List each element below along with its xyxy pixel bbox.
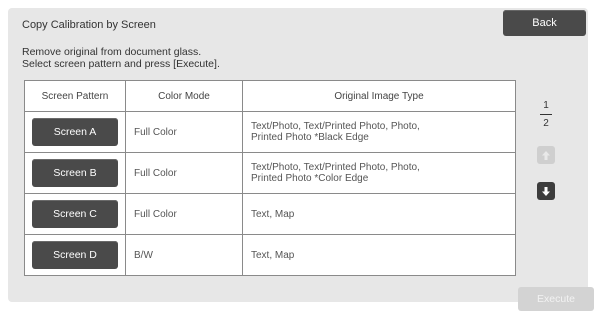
color-mode-cell: Full Color [125,111,243,153]
table-row: Screen A Full Color Text/Photo, Text/Pri… [24,111,516,153]
image-type-cell: Text, Map [242,234,516,276]
page-title: Copy Calibration by Screen [22,19,156,31]
image-type-line-1: Text/Photo, Text/Printed Photo, Photo, [251,121,420,132]
color-mode-cell: Full Color [125,193,243,235]
color-mode-cell: B/W [125,234,243,276]
execute-button[interactable]: Execute [518,287,594,311]
instructions: Remove original from document glass. Sel… [22,46,220,70]
screen-pattern-table: Screen Pattern Color Mode Original Image… [24,80,516,276]
column-header-color-mode: Color Mode [125,80,243,112]
back-button[interactable]: Back [503,10,586,36]
screen-a-button[interactable]: Screen A [32,118,118,146]
column-header-screen-pattern: Screen Pattern [24,80,126,112]
page-down-button[interactable] [537,182,555,200]
page-current: 1 [543,100,549,111]
table-row: Screen C Full Color Text, Map [24,193,516,235]
page-total: 2 [543,118,549,129]
screen-cell: Screen B [24,152,126,194]
screen-d-button[interactable]: Screen D [32,241,118,269]
screen-cell: Screen A [24,111,126,153]
arrow-down-icon [542,186,550,196]
table-header-row: Screen Pattern Color Mode Original Image… [24,80,516,112]
image-type-line-2: Printed Photo *Black Edge [251,132,369,143]
color-mode-cell: Full Color [125,152,243,194]
page-indicator: 1 2 [534,100,558,129]
column-header-original-image-type: Original Image Type [242,80,516,112]
instruction-line-1: Remove original from document glass. [22,46,202,58]
image-type-cell: Text, Map [242,193,516,235]
table-row: Screen D B/W Text, Map [24,234,516,276]
image-type-cell: Text/Photo, Text/Printed Photo, Photo, P… [242,152,516,194]
screen-b-button[interactable]: Screen B [32,159,118,187]
image-type-cell: Text/Photo, Text/Printed Photo, Photo, P… [242,111,516,153]
image-type-line-1: Text/Photo, Text/Printed Photo, Photo, [251,162,420,173]
screen-cell: Screen C [24,193,126,235]
calibration-panel: Copy Calibration by Screen Back Remove o… [8,8,594,311]
table-row: Screen B Full Color Text/Photo, Text/Pri… [24,152,516,194]
page-up-button[interactable] [537,146,555,164]
screen-c-button[interactable]: Screen C [32,200,118,228]
screen-cell: Screen D [24,234,126,276]
instruction-line-2: Select screen pattern and press [Execute… [22,58,220,70]
arrow-up-icon [542,150,550,160]
page-divider [540,114,552,115]
image-type-line-2: Printed Photo *Color Edge [251,173,369,184]
